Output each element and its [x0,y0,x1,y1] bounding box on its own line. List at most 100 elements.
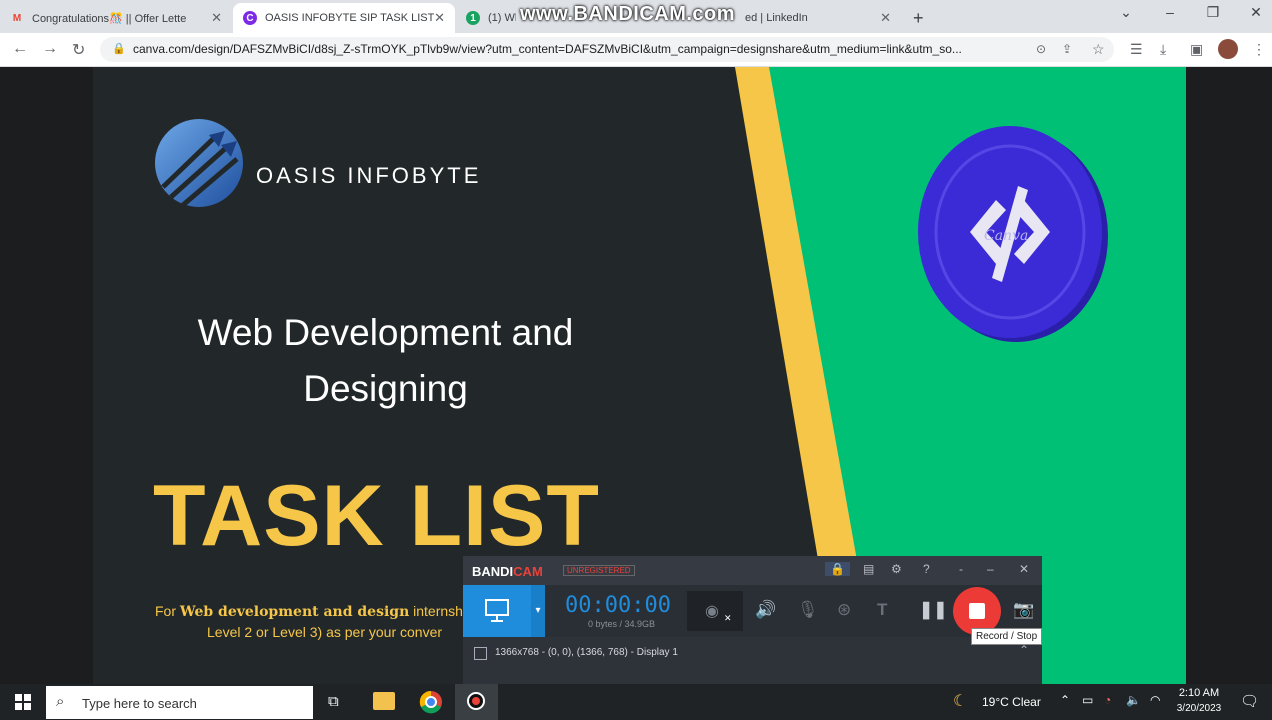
code-coin-icon: Canva [918,126,1108,342]
forward-icon[interactable]: → [42,40,58,58]
reload-icon[interactable]: ↻ [72,40,85,60]
side-panel-icon[interactable]: ▣ [1190,41,1203,58]
url-text[interactable]: canva.com/design/DAFSZMvBiCI/d8sj_Z-sTrm… [133,42,1033,56]
stop-icon [969,603,985,619]
tray-expand-icon[interactable]: ⌃ [1060,693,1070,707]
tooltip: Record / Stop [971,628,1043,645]
reading-list-icon[interactable]: ☰ [1130,41,1143,58]
webcam-button[interactable]: ◉ ✕ [687,591,743,631]
tab-search-icon[interactable]: ⌄ [1106,4,1146,21]
bandicam-watermark: www.BANDICAM.com [520,3,736,25]
logo-part-b: CAM [513,564,543,579]
close-window-icon[interactable]: ✕ [1236,4,1272,21]
windows-taskbar: ⌕ Type here to search ⧉ ☾ 19°C Clear ⌃ ▭… [0,684,1272,720]
search-placeholder: Type here to search [82,696,197,711]
avatar[interactable] [1218,39,1238,59]
brand-name: OASIS INFOBYTE [256,163,482,188]
oasis-logo-icon [155,119,243,207]
volume-icon[interactable]: 🔈 [1126,693,1141,707]
back-icon[interactable]: ← [12,40,28,58]
coin-watermark: Canva [984,228,1028,244]
whatsapp-icon: 1 [466,11,480,25]
unregistered-badge: UNREGISTERED [563,565,635,576]
disabled-x-icon: ✕ [724,613,732,623]
webcam-icon: ◉ [705,603,719,620]
subtitle-line-2: Designing [303,368,468,409]
target-checkbox[interactable] [474,647,487,660]
record-timer: 00:00:00 [565,593,671,618]
bandicam-panel: BANDICAM UNREGISTERED 🔒 ▤ ⚙ ? - – ✕ ▾ 00… [463,556,1043,684]
body-bold: Web development and design [179,604,410,620]
slide-subtitle: Web Development and Designing [93,305,678,417]
tab-label: (1) Wh [488,12,516,24]
close-icon[interactable]: ✕ [1019,562,1029,576]
record-icon [467,692,485,710]
download-icon[interactable]: ⤓ [1160,41,1166,58]
new-tab-button[interactable]: + [913,3,937,33]
address-bar[interactable]: 🔒 canva.com/design/DAFSZMvBiCI/d8sj_Z-sT… [100,37,1114,62]
bookmark-star-icon[interactable]: ☆ [1092,41,1105,58]
canva-icon: C [243,11,257,25]
bandicam-controls: ▾ 00:00:00 0 bytes / 34.9GB ◉ ✕ 🔊 🎙 ⊛ T … [463,585,1042,637]
notification-icon[interactable]: 🗨 [1240,692,1259,710]
task-view-icon[interactable]: ⧉ [328,693,339,710]
restore-icon[interactable]: ❐ [1193,4,1233,21]
tab-whatsapp[interactable]: 1 (1) Wh [466,3,516,33]
lock-icon: 🔒 [112,43,126,55]
speaker-icon[interactable]: 🔊 [755,600,776,620]
subtitle-line-1: Web Development and [197,312,574,353]
pause-icon[interactable]: ❚❚ [919,600,948,620]
close-tab-icon[interactable]: ✕ [880,10,891,26]
windows-start-icon[interactable] [15,694,31,710]
body-prefix: For [155,603,180,619]
tab-label: Congratulations🎊 || Offer Lette [32,12,187,25]
help-icon[interactable]: ? [923,562,930,576]
minimize-icon[interactable]: – [1150,4,1190,20]
tab-label: OASIS INFOBYTE SIP TASK LIST [265,12,435,24]
bandicam-taskbar-button[interactable] [455,684,498,720]
slide-title: TASK LIST [153,468,600,564]
tab-linkedin[interactable]: ed | LinkedIn ✕ [745,3,905,33]
screen-mode-button[interactable] [463,585,531,637]
moon-weather-icon[interactable]: ☾ [953,691,967,711]
cursor-effect-icon[interactable]: ⊛ [837,600,851,620]
body-rest: internshi [409,603,467,619]
bandicam-target: 1366x768 - (0, 0), (1366, 768) - Display… [463,637,1042,684]
weather-text[interactable]: 19°C Clear [982,695,1041,709]
tab-canva[interactable]: C OASIS INFOBYTE SIP TASK LIST ✕ [233,3,455,33]
browser-toolbar: ← → ↻ 🔒 canva.com/design/DAFSZMvBiCI/d8s… [0,33,1272,67]
chevron-down-icon[interactable]: ▾ [531,585,545,637]
chevron-up-icon[interactable]: ⌃ [1019,643,1029,657]
gmail-icon: M [12,12,22,24]
tab-gmail[interactable]: M Congratulations🎊 || Offer Lette ✕ [10,3,232,33]
search-icon: ⌕ [56,693,65,710]
capture-resolution: 1366x768 - (0, 0), (1366, 768) - Display… [495,647,678,658]
lens-icon[interactable]: ⊙ [1036,42,1046,56]
text-overlay-icon[interactable]: T [877,600,887,620]
wifi-icon[interactable]: ◠ [1150,693,1160,707]
collapse-icon[interactable]: - [959,562,963,576]
battery-icon[interactable]: ◔ [1104,693,1111,707]
file-size: 0 bytes / 34.9GB [588,619,656,629]
tab-label: ed | LinkedIn [745,12,808,24]
taskbar-search[interactable]: ⌕ Type here to search [46,686,313,719]
clock-time[interactable]: 2:10 AM [1176,687,1222,699]
menu-icon[interactable]: ⋮ [1252,41,1266,58]
file-explorer-icon[interactable] [373,692,395,710]
monitor-icon [485,599,509,622]
close-tab-icon[interactable]: ✕ [211,10,222,26]
bandicam-header: BANDICAM UNREGISTERED 🔒 ▤ ⚙ ? - – ✕ [463,556,1042,585]
camera-icon[interactable]: 📷 [1013,600,1034,620]
clock-date[interactable]: 3/20/2023 [1172,703,1226,714]
microphone-icon[interactable]: 🎙 [797,600,819,620]
lock-icon[interactable]: 🔒 [825,562,850,576]
bandicam-logo: BANDICAM [472,564,543,579]
minimize-icon[interactable]: – [987,562,994,576]
chrome-icon[interactable] [419,690,443,714]
settings-icon[interactable]: ⚙ [891,562,902,576]
folder-icon[interactable]: ▤ [863,562,874,576]
close-tab-icon[interactable]: ✕ [434,10,445,26]
logo-part-a: BANDI [472,564,514,579]
network-icon[interactable]: ▭ [1082,693,1093,707]
share-icon[interactable]: ⇪ [1062,42,1072,56]
